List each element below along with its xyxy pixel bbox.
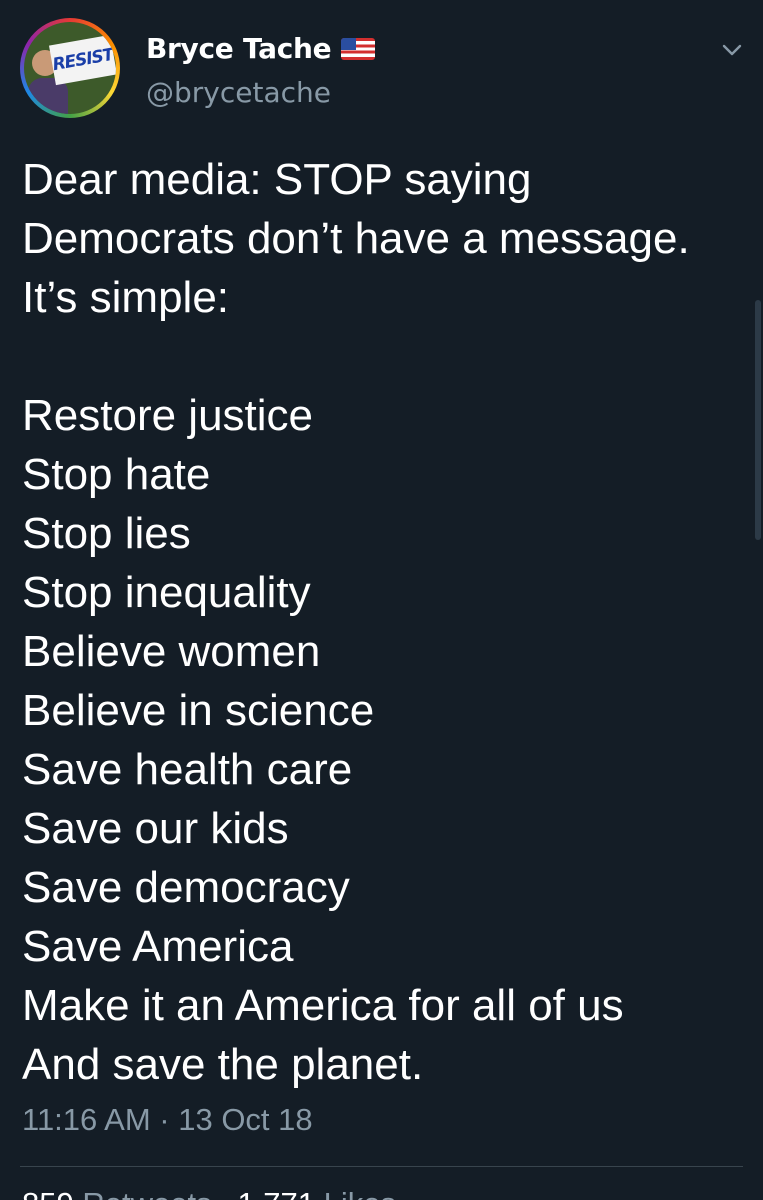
us-flag-icon — [341, 37, 376, 60]
author-display-name[interactable]: Bryce Tache — [146, 32, 332, 65]
flag-canton — [341, 37, 357, 50]
tweet-stats: 859 Retweets 1,771 Likes — [22, 1186, 396, 1200]
tweet-timestamp[interactable]: 11:16 AM · 13 Oct 18 — [22, 1102, 313, 1138]
scrollbar[interactable] — [755, 300, 761, 540]
avatar-resist-sign: RESIST — [48, 34, 116, 86]
likes-label[interactable]: Likes — [324, 1186, 396, 1200]
likes-count[interactable]: 1,771 — [237, 1186, 315, 1200]
author-name-row[interactable]: Bryce Tache — [146, 32, 376, 65]
tweet-text: Dear media: STOP saying Democrats don’t … — [22, 155, 690, 1089]
avatar-photo: RESIST — [24, 22, 116, 114]
tweet-detail-page: RESIST Bryce Tache @brycetache Dear medi… — [0, 0, 763, 1200]
avatar[interactable]: RESIST — [20, 18, 120, 118]
retweets-count[interactable]: 859 — [22, 1186, 74, 1200]
tweet-header: RESIST Bryce Tache @brycetache — [20, 18, 743, 118]
avatar-sign-text: RESIST — [51, 44, 115, 76]
divider — [20, 1166, 743, 1167]
retweets-label[interactable]: Retweets — [82, 1186, 211, 1200]
author-handle[interactable]: @brycetache — [146, 76, 331, 109]
chevron-down-icon[interactable] — [720, 38, 744, 62]
